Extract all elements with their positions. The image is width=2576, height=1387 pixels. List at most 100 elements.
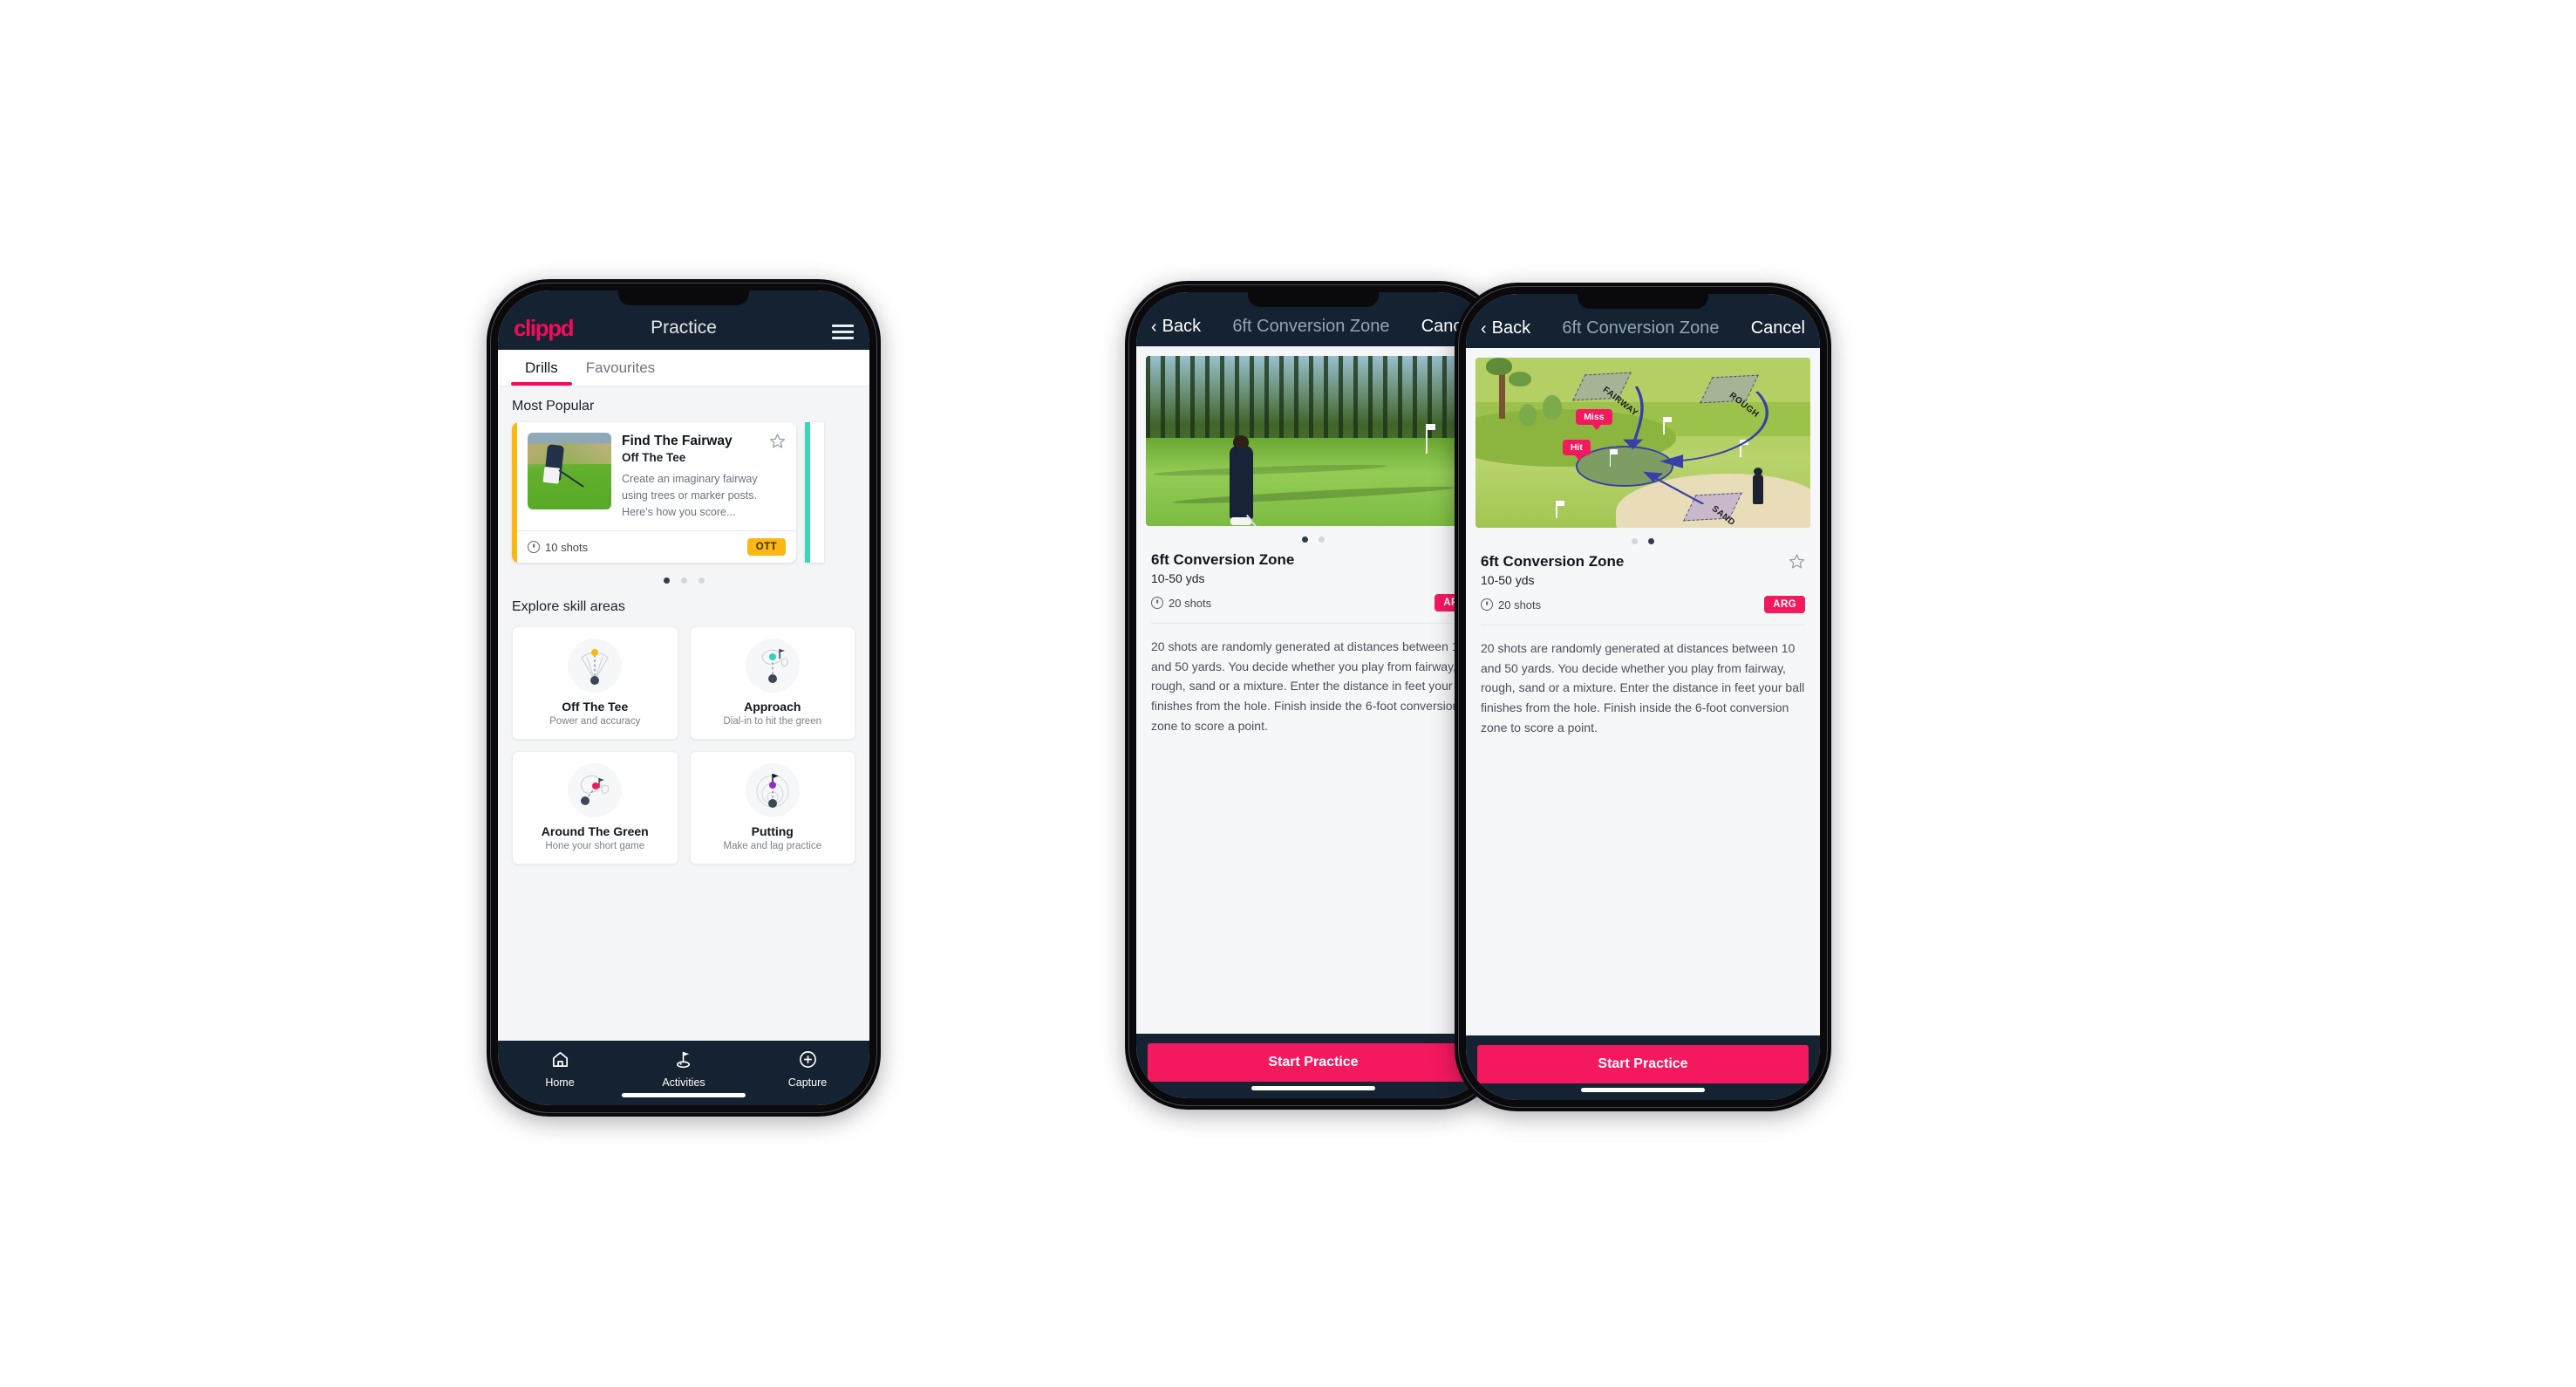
clock-icon <box>1481 598 1493 611</box>
bottom-tab-bar: Home Activities Capture <box>498 1041 869 1105</box>
clock-icon <box>1151 597 1163 609</box>
cancel-button[interactable]: Cancel <box>1751 318 1805 338</box>
card-accent-bar <box>512 422 517 564</box>
back-label: Back <box>1162 317 1202 336</box>
cta-container: Start Practice <box>1466 1035 1820 1100</box>
phone3-screen: ‹ Back 6ft Conversion Zone Cancel FAIRWA… <box>1466 294 1820 1100</box>
tab-drills[interactable]: Drills <box>511 350 572 386</box>
miss-callout: Miss <box>1576 408 1612 430</box>
phone-frame-detail-photo: ‹ Back 6ft Conversion Zone Cancel 6ft Co… <box>1125 281 1502 1110</box>
carousel-pagination[interactable] <box>498 563 869 587</box>
drill-card-footer: 10 shots OTT <box>512 530 796 563</box>
star-outline-icon[interactable] <box>1789 553 1805 570</box>
drill-card-top: Find The Fairway Off The Tee Create an i… <box>512 422 796 530</box>
skill-card-around-the-green[interactable]: Around The Green Hone your short game <box>512 751 678 865</box>
drill-card-info: Find The Fairway Off The Tee Create an i… <box>622 433 786 521</box>
navbar-title: 6ft Conversion Zone <box>1232 317 1390 336</box>
home-indicator <box>1581 1088 1705 1092</box>
detail-subtitle: 10-50 yds <box>1151 571 1205 585</box>
plus-circle-icon <box>799 1051 816 1068</box>
skill-sub: Make and lag practice <box>723 841 821 852</box>
shots-count: 10 shots <box>528 541 588 554</box>
hero-dot-2[interactable] <box>1319 536 1325 543</box>
skill-name: Off The Tee <box>562 700 629 714</box>
detail-content: FAIRWAY ROUGH SAND Miss Hit 6ft Conversi… <box>1466 348 1820 1035</box>
skill-card-approach[interactable]: Approach Dial-in to hit the green <box>689 626 855 741</box>
most-popular-heading: Most Popular <box>512 399 595 413</box>
skill-sub: Hone your short game <box>545 841 645 852</box>
carousel-dot-1[interactable] <box>663 577 670 584</box>
chevron-left-icon: ‹ <box>1151 317 1157 337</box>
home-indicator <box>1251 1086 1375 1090</box>
tabbar-item-activities[interactable]: Activities <box>622 1049 746 1089</box>
start-practice-button[interactable]: Start Practice <box>1148 1043 1479 1082</box>
drill-title: Find The Fairway <box>622 434 733 448</box>
detail-subtitle: 10-50 yds <box>1481 573 1535 587</box>
skill-name: Putting <box>751 824 794 839</box>
card-accent-bar-next <box>805 422 810 564</box>
phone-frame-detail-illustration: ‹ Back 6ft Conversion Zone Cancel FAIRWA… <box>1455 283 1831 1111</box>
screenshot-canvas: clippd Practice Drills Favourites Most P… <box>0 0 2576 1387</box>
around-green-icon <box>568 763 623 818</box>
clock-icon <box>528 541 540 554</box>
skill-sub: Power and accuracy <box>549 716 641 728</box>
phone-frame-practice: clippd Practice Drills Favourites Most P… <box>487 279 881 1117</box>
back-button[interactable]: ‹ Back <box>1481 318 1530 338</box>
chevron-left-icon: ‹ <box>1481 318 1487 338</box>
cta-container: Start Practice <box>1136 1034 1490 1098</box>
tabbar-item-home[interactable]: Home <box>498 1049 622 1089</box>
hero-dot-1[interactable] <box>1302 536 1308 543</box>
hero-pagination[interactable] <box>1466 528 1820 546</box>
detail-description: 20 shots are randomly generated at dista… <box>1151 639 1475 733</box>
tee-dispersion-icon <box>568 639 623 694</box>
drill-carousel[interactable]: Find The Fairway Off The Tee Create an i… <box>498 422 869 564</box>
drill-subtitle: Off The Tee <box>622 451 686 465</box>
hero-pagination[interactable] <box>1136 526 1490 544</box>
tab-favourites[interactable]: Favourites <box>572 350 669 386</box>
shots-label: 20 shots <box>1498 598 1542 612</box>
detail-title: 6ft Conversion Zone <box>1481 553 1625 570</box>
hamburger-icon[interactable] <box>832 325 854 339</box>
drill-hero-illustration[interactable]: FAIRWAY ROUGH SAND Miss Hit <box>1475 358 1810 528</box>
shots-label: 20 shots <box>1169 596 1212 610</box>
back-button[interactable]: ‹ Back <box>1151 317 1201 337</box>
shots-label: 10 shots <box>545 540 589 554</box>
hero-dot-1[interactable] <box>1632 538 1638 544</box>
explore-skill-areas-heading: Explore skill areas <box>512 599 625 615</box>
detail-description: 20 shots are randomly generated at dista… <box>1481 641 1805 734</box>
skill-badge-arg: ARG <box>1764 596 1805 613</box>
detail-header: 6ft Conversion Zone 10-50 yds 20 shots A… <box>1136 544 1490 612</box>
clippd-logo[interactable]: clippd <box>514 317 575 339</box>
drill-thumbnail <box>528 433 611 509</box>
practice-tabs: Drills Favourites <box>498 350 869 386</box>
detail-header: 6ft Conversion Zone 10-50 yds 20 shots A… <box>1466 546 1820 613</box>
tabbar-label: Home <box>545 1076 575 1089</box>
tabbar-label: Activities <box>662 1076 705 1089</box>
detail-title: 6ft Conversion Zone <box>1151 551 1295 568</box>
drill-card-find-the-fairway[interactable]: Find The Fairway Off The Tee Create an i… <box>512 422 796 564</box>
tabbar-item-capture[interactable]: Capture <box>746 1049 869 1089</box>
carousel-dot-3[interactable] <box>698 577 705 584</box>
skill-card-off-the-tee[interactable]: Off The Tee Power and accuracy <box>512 626 678 741</box>
putting-rings-icon <box>745 763 800 818</box>
back-label: Back <box>1491 318 1531 338</box>
carousel-dot-2[interactable] <box>680 577 687 584</box>
dynamic-island <box>1248 292 1379 307</box>
drill-card-next-peek[interactable] <box>805 422 824 564</box>
phone1-screen: clippd Practice Drills Favourites Most P… <box>498 290 869 1105</box>
tabbar-label: Capture <box>787 1076 828 1089</box>
skill-badge-ott: OTT <box>746 538 786 557</box>
practice-content: Most Popular Find The Fairway Off The Te… <box>498 386 869 1041</box>
drill-hero-photo[interactable] <box>1146 356 1481 526</box>
hero-dot-2[interactable] <box>1648 538 1654 544</box>
shots-count: 20 shots <box>1151 597 1211 610</box>
golf-flag-icon <box>676 1051 690 1069</box>
navbar-title: 6ft Conversion Zone <box>1562 318 1720 338</box>
start-practice-button[interactable]: Start Practice <box>1477 1045 1809 1083</box>
skill-sub: Dial-in to hit the green <box>723 716 821 728</box>
skill-card-putting[interactable]: Putting Make and lag practice <box>689 751 855 865</box>
skill-name: Around The Green <box>541 824 649 839</box>
phone2-screen: ‹ Back 6ft Conversion Zone Cancel 6ft Co… <box>1136 292 1490 1098</box>
star-outline-icon[interactable] <box>769 433 786 449</box>
approach-green-icon <box>745 639 800 694</box>
